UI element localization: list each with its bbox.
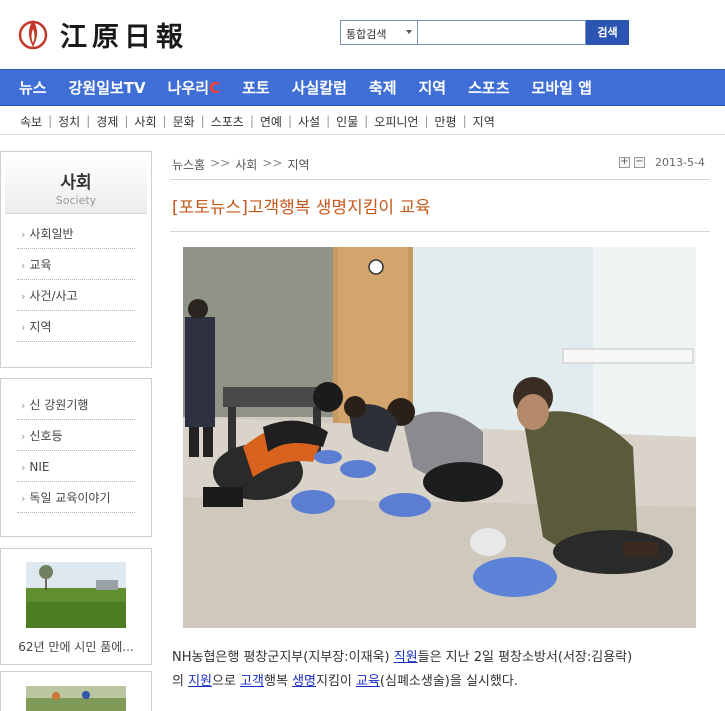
body-text: 지킴이 [315,674,356,689]
article-title: [포토뉴스]고객행복 생명지킴이 교육 [172,198,431,218]
breadcrumb-region[interactable]: 지역 [287,156,309,173]
nav-kwtv[interactable]: 강원일보TV [69,77,146,98]
font-decrease-button[interactable]: − [634,157,645,168]
sidebar-thumbnail-card-2[interactable] [0,671,152,711]
divider [170,231,710,232]
body-text: (심폐소생술)을 실시했다. [379,674,518,689]
sidebar-section-title: 사회 [60,173,92,193]
nav-nauri[interactable]: 나우리C [168,77,220,98]
divider: | [48,114,53,128]
sidebar-item-incidents[interactable]: 사건/사고 [17,280,135,311]
body-text: 으로 [212,674,241,689]
body-text: 들은 지난 2일 평창소방서(서장:김용락) [417,650,633,665]
subnav-breaking[interactable]: 속보 [20,113,42,130]
subnav-editorial[interactable]: 사설 [298,113,320,130]
subnav-opinion[interactable]: 오피니언 [374,113,418,130]
subnav-culture[interactable]: 문화 [173,113,195,130]
nav-mobile-app[interactable]: 모바일 앱 [532,77,592,98]
subnav-entertainment[interactable]: 연예 [260,113,282,130]
nav-photo[interactable]: 포토 [242,77,270,98]
breadcrumb-society[interactable]: 사회 [235,156,257,173]
breadcrumb-sep: >> [210,156,231,170]
subnav-society[interactable]: 사회 [134,113,156,130]
main-nav: 뉴스 강원일보TV 나우리C 포토 사실칼럼 축제 지역 스포츠 모바일 앱 [0,69,725,106]
sidebar-section-menu: 사회 Society 사회일반 교육 사건/사고 지역 [0,151,152,368]
chevron-down-icon [406,30,412,34]
divider: | [162,114,167,128]
nav-editorial[interactable]: 사실칼럼 [292,77,347,98]
sidebar-item-general[interactable]: 사회일반 [17,218,135,249]
divider: | [200,114,205,128]
keyword-link[interactable]: 직원 [394,650,418,665]
logo-flame-icon [18,20,48,50]
article-body: NH농협은행 평창군지부(지부장:이재욱) 직원들은 지난 2일 평창소방서(서… [172,646,717,694]
article-tools: + − 2013-5-4 [619,156,705,169]
search-bar: 통합검색 검색 [340,20,629,45]
divider: | [424,114,429,128]
nav-news[interactable]: 뉴스 [19,77,47,98]
subnav-people[interactable]: 인물 [336,113,358,130]
article-photo [183,247,696,628]
sub-nav: 속보 | 정치 | 경제 | 사회 | 문화 | 스포츠 | 연예 | 사설 | 인물 | 오피니… [0,108,725,135]
nav-festival[interactable]: 축제 [369,77,397,98]
font-increase-button[interactable]: + [619,157,630,168]
divider: | [326,114,331,128]
sidebar-item-nie[interactable]: NIE [17,451,135,482]
divider: | [86,114,91,128]
subnav-politics[interactable]: 정치 [58,113,80,130]
breadcrumb: 뉴스홈 >> 사회 >> 지역 [172,156,310,173]
sidebar-series-menu: 신 강원기행 신호등 NIE 독일 교육이야기 [0,378,152,537]
nav-nauri-suffix: C [209,79,221,97]
subnav-cartoon[interactable]: 만평 [435,113,457,130]
sidebar-thumbnail-card[interactable]: 62년 만에 시민 품에... [0,548,152,665]
body-text: 행복 [264,674,293,689]
keyword-link[interactable]: 지원 [188,674,212,689]
sidebar-item-gangwon-travel[interactable]: 신 강원기행 [17,389,135,420]
sidebar-item-education[interactable]: 교육 [17,249,135,280]
divider: | [124,114,129,128]
sidebar-section-header: 사회 Society [5,156,147,214]
sidebar-item-german-education[interactable]: 독일 교육이야기 [17,482,135,513]
search-scope-label: 통합검색 [346,28,387,41]
body-text: NH농협은행 평창군지부(지부장:이재욱) [172,650,394,665]
thumbnail-caption: 62년 만에 시민 품에... [18,640,134,654]
nav-region[interactable]: 지역 [419,77,447,98]
search-scope-select[interactable]: 통합검색 [340,20,418,45]
keyword-link[interactable]: 고객 [240,674,264,689]
sidebar-item-region[interactable]: 지역 [17,311,135,342]
keyword-link[interactable]: 생명 [292,674,316,689]
article-date: 2013-5-4 [655,156,705,169]
search-button[interactable]: 검색 [586,20,629,45]
subnav-region[interactable]: 지역 [473,113,495,130]
subnav-economy[interactable]: 경제 [96,113,118,130]
logo-text: 江原日報 [60,21,188,53]
nav-nauri-label: 나우리 [167,79,210,97]
site-logo[interactable]: 江原日報 [18,16,188,53]
sidebar-item-signal[interactable]: 신호등 [17,420,135,451]
divider: | [462,114,467,128]
divider: | [249,114,254,128]
divider: | [364,114,369,128]
keyword-link[interactable]: 교육 [356,674,380,689]
breadcrumb-sep: >> [262,156,283,170]
divider [170,179,710,180]
nav-sports[interactable]: 스포츠 [468,77,509,98]
thumbnail-image-2 [26,686,126,711]
search-input[interactable] [418,20,586,45]
subnav-sports[interactable]: 스포츠 [211,113,244,130]
body-text: 의 [172,674,189,689]
breadcrumb-home[interactable]: 뉴스홈 [172,156,205,173]
divider: | [287,114,293,128]
thumbnail-image [26,562,126,628]
sidebar-section-title-en: Society [55,194,97,207]
